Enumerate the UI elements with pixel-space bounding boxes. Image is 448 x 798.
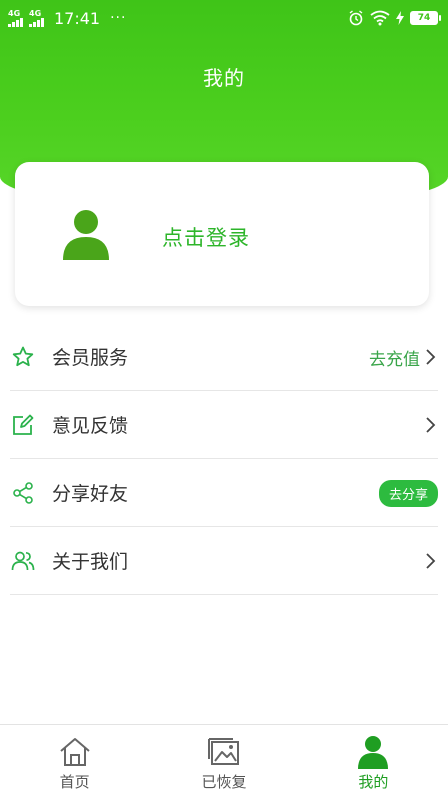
menu-item-label: 分享好友: [52, 483, 129, 505]
network-type-2: 4G: [29, 8, 42, 18]
signal-bars-icon: [29, 17, 44, 27]
battery-level: 74: [417, 13, 431, 23]
image-icon: [207, 738, 239, 765]
signal-indicator-1: 4G: [8, 8, 23, 27]
network-type-1: 4G: [8, 8, 21, 18]
star-icon: [12, 346, 34, 366]
menu-list: 会员服务 去充值 意见反馈 分享好友 去分享 关于我们: [0, 323, 448, 595]
menu-item-about[interactable]: 关于我们: [10, 527, 438, 595]
menu-item-right: [424, 391, 436, 459]
status-bar: 4G 4G 17:41 ··· 74: [0, 0, 448, 36]
charging-icon: [396, 11, 404, 25]
tab-home[interactable]: 首页: [0, 725, 149, 798]
status-time: 17:41: [54, 8, 101, 28]
menu-item-right: 去充值: [369, 323, 436, 391]
avatar-icon: [63, 210, 109, 260]
tab-recovered[interactable]: 已恢复: [149, 725, 298, 798]
page-title: 我的: [203, 66, 245, 90]
tab-label: 首页: [59, 773, 90, 791]
login-link[interactable]: 点击登录: [162, 222, 250, 252]
menu-item-membership[interactable]: 会员服务 去充值: [10, 323, 438, 391]
signal-indicator-2: 4G: [29, 8, 44, 27]
more-notifications: ···: [110, 10, 127, 26]
chevron-right-icon: [426, 553, 436, 569]
menu-item-label: 意见反馈: [52, 415, 129, 437]
recharge-link[interactable]: 去充值: [369, 345, 420, 370]
login-card[interactable]: 点击登录: [15, 162, 429, 306]
tab-label: 已恢复: [201, 773, 247, 791]
alarm-icon: [349, 10, 363, 26]
menu-item-feedback[interactable]: 意见反馈: [10, 391, 438, 459]
signal-bars-icon: [8, 17, 23, 27]
edit-icon: [13, 414, 34, 435]
tab-label: 我的: [358, 773, 389, 791]
wifi-icon: [370, 10, 390, 26]
menu-item-share[interactable]: 分享好友 去分享: [10, 459, 438, 527]
menu-item-label: 关于我们: [52, 551, 129, 573]
menu-item-label: 会员服务: [52, 347, 129, 369]
tab-mine[interactable]: 我的: [299, 725, 448, 798]
menu-item-right: [424, 527, 436, 595]
share-button[interactable]: 去分享: [378, 479, 438, 507]
user-icon: [358, 736, 389, 769]
share-icon: [13, 481, 33, 504]
users-icon: [11, 551, 35, 570]
home-icon: [60, 738, 90, 766]
status-right: 74: [348, 10, 441, 26]
battery-icon: 74: [410, 11, 441, 25]
menu-item-right: 去分享: [378, 459, 438, 527]
chevron-right-icon: [426, 349, 436, 365]
status-left: 4G 4G 17:41 ···: [8, 9, 126, 28]
chevron-right-icon: [426, 417, 436, 433]
bottom-tab-bar: 首页 已恢复 我的: [0, 724, 448, 798]
